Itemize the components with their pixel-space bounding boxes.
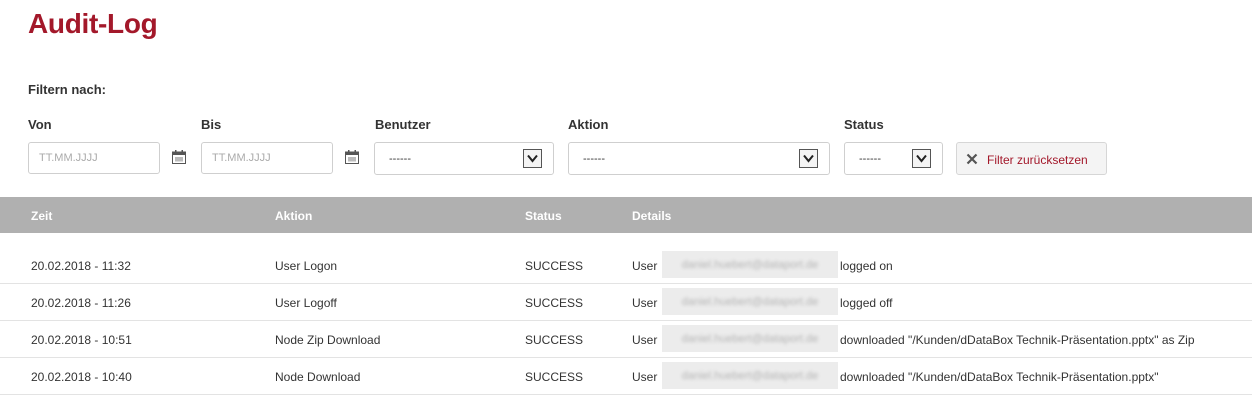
cell-details-prefix: User	[632, 370, 658, 384]
aktion-select-value: ------	[583, 153, 605, 165]
column-header-details[interactable]: Details	[632, 209, 671, 223]
table-row: 20.02.2018 - 11:26 User Logoff SUCCESS U…	[0, 283, 1252, 321]
cell-zeit: 20.02.2018 - 11:32	[31, 259, 131, 273]
cell-zeit: 20.02.2018 - 10:40	[31, 370, 132, 384]
redacted-user: daniel.huebert@dataport.de	[662, 251, 838, 278]
status-label: Status	[844, 117, 884, 132]
user-email: daniel.huebert@dataport.de	[681, 296, 819, 308]
redacted-user: daniel.huebert@dataport.de	[662, 288, 838, 315]
chevron-down-icon	[799, 149, 818, 168]
bis-label: Bis	[201, 117, 222, 132]
table-header: Zeit Aktion Status Details	[0, 197, 1252, 233]
cell-details-text: downloaded "/Kunden/dDataBox Technik-Prä…	[840, 333, 1195, 347]
cell-status: SUCCESS	[525, 259, 584, 273]
cell-details-prefix: User	[632, 296, 658, 310]
column-header-aktion[interactable]: Aktion	[275, 209, 312, 223]
cell-aktion: Node Zip Download	[275, 333, 381, 347]
cell-aktion: Node Download	[275, 370, 361, 384]
redacted-user: daniel.huebert@dataport.de	[662, 325, 838, 352]
cell-details-text: logged on	[840, 259, 893, 273]
calendar-icon[interactable]	[171, 149, 187, 165]
cell-status: SUCCESS	[525, 333, 584, 347]
benutzer-label: Benutzer	[375, 117, 431, 132]
cell-zeit: 20.02.2018 - 10:51	[31, 333, 132, 347]
cell-details-text: logged off	[840, 296, 893, 310]
cell-details-text: downloaded "/Kunden/dDataBox Technik-Prä…	[840, 370, 1159, 384]
reset-filter-label: Filter zurücksetzen	[987, 153, 1088, 167]
column-header-zeit[interactable]: Zeit	[31, 209, 52, 223]
column-header-status[interactable]: Status	[525, 209, 562, 223]
user-email: daniel.huebert@dataport.de	[681, 370, 819, 382]
table-row: 20.02.2018 - 11:32 User Logon SUCCESS Us…	[0, 246, 1252, 284]
user-email: daniel.huebert@dataport.de	[681, 259, 819, 271]
benutzer-select-value: ------	[389, 153, 411, 165]
cell-zeit: 20.02.2018 - 11:26	[31, 296, 131, 310]
bis-date-input[interactable]	[201, 142, 333, 174]
filter-heading: Filtern nach:	[28, 82, 107, 97]
aktion-select[interactable]: ------	[568, 142, 830, 175]
aktion-label: Aktion	[568, 117, 609, 132]
redacted-user: daniel.huebert@dataport.de	[662, 362, 838, 389]
chevron-down-icon	[912, 149, 931, 168]
user-email: daniel.huebert@dataport.de	[681, 333, 819, 345]
table-row: 20.02.2018 - 10:40 Node Download SUCCESS…	[0, 357, 1252, 395]
page-title: Audit-Log	[28, 8, 158, 39]
status-select[interactable]: ------	[844, 142, 943, 175]
chevron-down-icon	[523, 149, 542, 168]
close-icon	[966, 153, 978, 165]
status-select-value: ------	[859, 153, 881, 165]
table-row: 20.02.2018 - 10:51 Node Zip Download SUC…	[0, 320, 1252, 358]
von-date-input[interactable]	[28, 142, 160, 174]
calendar-icon[interactable]	[344, 149, 360, 165]
cell-status: SUCCESS	[525, 370, 584, 384]
cell-status: SUCCESS	[525, 296, 584, 310]
cell-aktion: User Logoff	[275, 296, 337, 310]
cell-details-prefix: User	[632, 333, 658, 347]
benutzer-select[interactable]: ------	[374, 142, 554, 175]
reset-filter-button[interactable]: Filter zurücksetzen	[956, 142, 1107, 175]
von-label: Von	[28, 117, 52, 132]
cell-aktion: User Logon	[275, 259, 338, 273]
cell-details-prefix: User	[632, 259, 658, 273]
